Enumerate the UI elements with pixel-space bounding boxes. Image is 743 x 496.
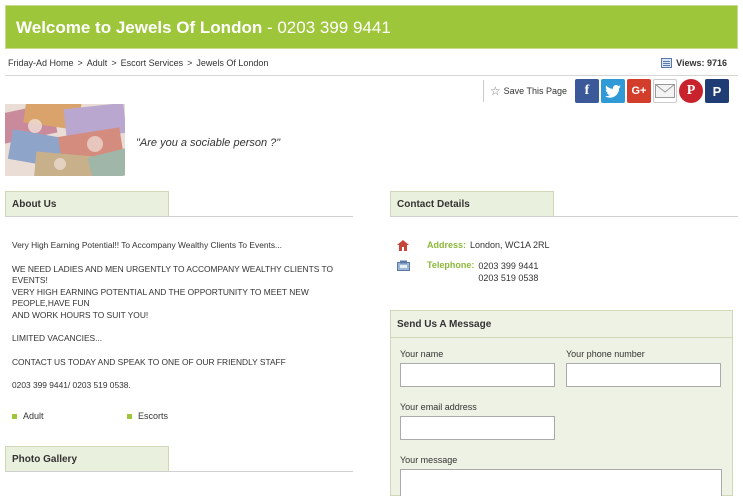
divider: [390, 216, 738, 217]
save-page-button[interactable]: ☆ Save This Page: [490, 85, 567, 97]
contact-details-heading: Contact Details: [390, 191, 554, 216]
breadcrumb-separator: >: [77, 58, 83, 68]
divider: [5, 216, 353, 217]
category-tag-label: Adult: [23, 411, 44, 421]
share-bar: ☆ Save This Page f G+ P P: [482, 79, 729, 103]
about-paragraph: 0203 399 9441/ 0203 519 0538.: [12, 380, 131, 390]
telephone-values: 0203 399 9441 0203 519 0538: [478, 260, 538, 284]
breadcrumb-adult[interactable]: Adult: [87, 58, 108, 68]
send-message-form: Send Us A Message Your name Your phone n…: [390, 310, 733, 496]
send-message-heading: Send Us A Message: [397, 319, 492, 330]
about-us-heading: About Us: [5, 191, 169, 216]
about-paragraph: WE NEED LADIES AND MEN URGENTLY TO ACCOM…: [12, 263, 333, 286]
phone-field[interactable]: [566, 363, 721, 387]
breadcrumb-escort-services[interactable]: Escort Services: [121, 58, 184, 68]
views-icon: [661, 58, 673, 68]
telephone-icon: [397, 260, 410, 271]
breadcrumb-separator: >: [111, 58, 117, 68]
email-field[interactable]: [400, 416, 555, 440]
breadcrumb-current: Jewels Of London: [196, 58, 269, 68]
breadcrumb: Friday-Ad Home > Adult > Escort Services > Jew…: [8, 58, 268, 68]
views-counter: Views: 9716: [661, 58, 727, 68]
divider: [391, 337, 732, 338]
about-paragraph: LIMITED VACANCIES...: [12, 333, 103, 343]
telephone-2: 0203 519 0538: [478, 273, 539, 283]
views-label: Views: 9716: [676, 58, 727, 68]
google-plus-icon[interactable]: G+: [627, 79, 651, 103]
contact-address: Address: London, WC1A 2RL: [397, 240, 550, 251]
header-phone: - 0203 399 9441: [262, 18, 391, 37]
telephone-label: Telephone:: [427, 260, 475, 270]
contact-telephone: Telephone: 0203 399 9441 0203 519 0538: [397, 260, 538, 284]
bullet-icon: [12, 413, 17, 419]
address-value: London, WC1A 2RL: [470, 240, 550, 250]
star-icon: ☆: [489, 84, 501, 98]
breadcrumb-home[interactable]: Friday-Ad Home: [8, 58, 74, 68]
tagline: "Are you a sociable person ?": [136, 137, 281, 149]
about-paragraph: AND WORK HOURS TO SUIT YOU!: [12, 309, 149, 320]
banknotes-image: [5, 104, 125, 176]
name-label: Your name: [400, 349, 444, 359]
p-icon[interactable]: P: [705, 79, 729, 103]
twitter-icon[interactable]: [601, 79, 625, 103]
divider: [482, 80, 484, 102]
pinterest-icon[interactable]: P: [679, 79, 703, 103]
divider: [5, 471, 353, 472]
category-tag-label: Escorts: [138, 411, 169, 421]
header-bar: Welcome to Jewels Of London - 0203 399 9…: [5, 5, 738, 49]
facebook-icon[interactable]: f: [575, 79, 599, 103]
phone-label: Your phone number: [566, 349, 645, 359]
about-paragraph: Very High Earning Potential!! To Accompa…: [12, 240, 282, 250]
divider: [5, 75, 738, 76]
message-label: Your message: [400, 455, 458, 465]
name-field[interactable]: [400, 363, 555, 387]
bullet-icon: [127, 413, 132, 419]
photo-gallery-heading: Photo Gallery: [5, 446, 169, 471]
category-tag-adult[interactable]: Adult: [12, 411, 44, 421]
message-textarea[interactable]: [400, 469, 722, 496]
page-title-text: Welcome to Jewels Of London: [16, 18, 263, 37]
email-icon[interactable]: [653, 79, 677, 103]
page-title: Welcome to Jewels Of London - 0203 399 9…: [16, 18, 391, 38]
save-page-label: Save This Page: [503, 86, 567, 96]
home-icon: [397, 240, 409, 251]
category-tag-escorts[interactable]: Escorts: [127, 411, 168, 421]
address-label: Address:: [427, 240, 467, 250]
about-paragraph: CONTACT US TODAY AND SPEAK TO ONE OF OUR…: [12, 356, 286, 367]
email-label: Your email address: [400, 402, 477, 412]
breadcrumb-separator: >: [187, 58, 193, 68]
about-paragraph: VERY HIGH EARNING POTENTIAL AND THE OPPO…: [12, 286, 309, 309]
about-us-text: Very High Earning Potential!! To Accompa…: [12, 240, 357, 404]
telephone-1: 0203 399 9441: [478, 261, 539, 271]
